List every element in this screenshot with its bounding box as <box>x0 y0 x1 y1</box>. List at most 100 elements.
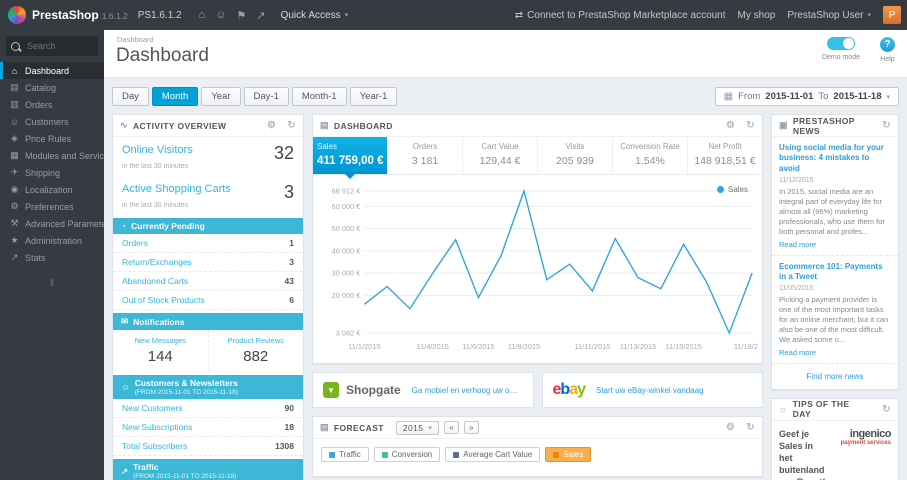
refresh-icon[interactable]: ↻ <box>882 404 891 415</box>
user-menu[interactable]: PrestaShop User ▾ <box>787 10 871 21</box>
range-month-button[interactable]: Month <box>151 87 199 106</box>
svg-text:60 000 €: 60 000 € <box>332 202 362 211</box>
forecast-chip-label: Average Cart Value <box>463 450 533 459</box>
prestashop-logo[interactable] <box>8 6 26 24</box>
avatar[interactable]: P <box>883 6 901 24</box>
gear-icon[interactable]: ⚙ <box>726 120 735 131</box>
kpi-label: Conversion Rate <box>620 142 680 151</box>
forecast-chip-conversion[interactable]: Conversion <box>373 447 441 462</box>
kpi-tab-conversion-rate[interactable]: Conversion Rate 1.54% <box>613 137 688 174</box>
customers-row: New Customers 90 <box>113 399 303 418</box>
pending-row-link[interactable]: Orders <box>122 238 148 248</box>
sidebar-search[interactable] <box>6 36 98 56</box>
product-reviews-value: 882 <box>243 348 269 365</box>
range-month-1-button[interactable]: Month-1 <box>291 87 347 106</box>
active-carts-row: Active Shopping Carts 3 <box>113 176 303 201</box>
kpi-tab-cart-value[interactable]: Cart Value 129,44 € <box>463 137 538 174</box>
news-headline-link[interactable]: Ecommerce 101: Payments in a Tweet <box>779 262 891 283</box>
sidebar-collapse-button[interactable]: ‖ <box>0 266 104 289</box>
users-icon: ☺ <box>121 382 130 392</box>
gear-icon[interactable]: ⚙ <box>267 120 276 131</box>
gear-icon: ⚙ <box>10 201 19 211</box>
active-carts-link[interactable]: Active Shopping Carts <box>122 183 231 195</box>
forecast-prev-button[interactable]: « <box>444 421 460 434</box>
customers-row-link[interactable]: New Customers <box>122 403 182 413</box>
forecast-chip-sales[interactable]: Sales <box>545 447 592 462</box>
range-year-1-button[interactable]: Year-1 <box>349 87 398 106</box>
pending-row-value: 43 <box>284 276 294 286</box>
demo-mode-label: Demo mode <box>821 54 860 61</box>
kpi-tab-orders[interactable]: Orders 3 181 <box>388 137 463 174</box>
shipping-icon: ✈ <box>10 167 19 177</box>
sidebar: ⌂ Dashboard ▤ Catalog ▥ Orders ☺ Custome… <box>0 30 104 480</box>
sidebar-item-label: Administration <box>25 235 83 246</box>
average-cart-value-series-dot <box>453 451 460 458</box>
sidebar-item-price-rules[interactable]: ◈ Price Rules <box>0 130 104 147</box>
forecast-year-select[interactable]: 2015 ▾ <box>395 420 440 435</box>
range-day-1-button[interactable]: Day-1 <box>243 87 289 106</box>
demo-mode-toggle[interactable] <box>826 37 855 50</box>
range-year-button[interactable]: Year <box>201 87 241 106</box>
sidebar-item-shipping[interactable]: ✈ Shipping <box>0 164 104 181</box>
sidebar-item-localization[interactable]: ◉ Localization <box>0 181 104 198</box>
localization-icon: ◉ <box>10 184 19 194</box>
pending-row-link[interactable]: Return/Exchanges <box>122 257 192 267</box>
read-more-link[interactable]: Read more <box>779 240 891 249</box>
shop-icon[interactable]: ⌂ <box>199 9 206 21</box>
kpi-tab-net-profit[interactable]: Net Profit 148 918,51 € <box>688 137 762 174</box>
quick-access-menu[interactable]: Quick Access ▾ <box>281 10 349 21</box>
read-more-link[interactable]: Read more <box>779 348 891 357</box>
to-label: To <box>818 91 829 102</box>
sidebar-item-catalog[interactable]: ▤ Catalog <box>0 79 104 96</box>
date-range-picker[interactable]: ▦ From 2015-11-01 To 2015-11-18 ▾ <box>714 87 899 106</box>
sidebar-item-administration[interactable]: ★ Administration <box>0 232 104 249</box>
page-header: Dashboard Dashboard Demo mode ? Help <box>104 30 907 78</box>
news-headline-link[interactable]: Using social media for your business: 4 … <box>779 143 891 174</box>
search-input[interactable] <box>25 40 91 52</box>
forecast-chip-average-cart-value[interactable]: Average Cart Value <box>445 447 541 462</box>
my-shop-link[interactable]: My shop <box>738 10 776 21</box>
range-day-button[interactable]: Day <box>112 87 149 106</box>
sidebar-item-modules[interactable]: ▦ Modules and Services <box>0 147 104 164</box>
customers-row-link[interactable]: New Subscriptions <box>122 422 192 432</box>
sidebar-item-customers[interactable]: ☺ Customers <box>0 113 104 130</box>
sidebar-item-stats[interactable]: ↗ Stats <box>0 249 104 266</box>
new-messages-link[interactable]: New Messages <box>117 336 204 345</box>
kpi-tab-visits[interactable]: Visits 205 939 <box>538 137 613 174</box>
help-icon[interactable]: ? <box>880 37 895 52</box>
sidebar-item-advanced-parameters[interactable]: ⚒ Advanced Parameters <box>0 215 104 232</box>
customers-row-link[interactable]: Total Subscribers <box>122 441 187 451</box>
forecast-chip-label: Sales <box>563 450 584 459</box>
to-date: 2015-11-18 <box>833 91 882 102</box>
chevron-down-icon: ▾ <box>867 12 871 19</box>
refresh-icon[interactable]: ↻ <box>746 120 755 131</box>
refresh-icon[interactable]: ↻ <box>882 120 891 131</box>
find-more-news-link[interactable]: Find more news <box>772 364 898 389</box>
refresh-icon[interactable]: ↻ <box>287 120 296 131</box>
sidebar-item-dashboard[interactable]: ⌂ Dashboard <box>0 62 104 79</box>
traffic-title: Traffic <box>133 462 159 472</box>
online-visitors-link[interactable]: Online Visitors <box>122 144 193 156</box>
forecast-chip-traffic[interactable]: Traffic <box>321 447 369 462</box>
pending-row-link[interactable]: Out of Stock Products <box>122 295 205 305</box>
pending-row-link[interactable]: Abandoned Carts <box>122 276 188 286</box>
gear-icon[interactable]: ⚙ <box>726 422 735 433</box>
ps-version: PS1.6.1.2 <box>137 9 182 21</box>
brand[interactable]: PrestaShop 1.6.1.2 <box>32 8 128 22</box>
forecast-next-button[interactable]: » <box>464 421 480 434</box>
notifications-grid: New Messages 144 Product Reviews 882 <box>113 330 303 372</box>
news-panel: ▣ PRESTASHOP NEWS ↻ Using social media f… <box>771 114 899 390</box>
marketplace-link[interactable]: ⇄ Connect to PrestaShop Marketplace acco… <box>515 10 726 21</box>
modules-icon: ▦ <box>10 150 19 160</box>
sidebar-item-orders[interactable]: ▥ Orders <box>0 96 104 113</box>
sidebar-item-preferences[interactable]: ⚙ Preferences <box>0 198 104 215</box>
customers-icon[interactable]: ☺ <box>215 9 226 21</box>
truck-icon[interactable]: ⚑ <box>237 9 247 22</box>
ebay-link[interactable]: Start uw eBay-winkel vandaag <box>596 386 704 395</box>
forecast-chip-label: Conversion <box>391 450 433 459</box>
stats-icon[interactable]: ↗ <box>256 9 265 22</box>
refresh-icon[interactable]: ↻ <box>746 422 755 433</box>
kpi-tab-sales[interactable]: Sales 411 759,00 € <box>313 137 388 179</box>
product-reviews-link[interactable]: Product Reviews <box>213 336 300 345</box>
shopgate-link[interactable]: Ga mobiel en verhoog uw omzet <box>412 386 523 395</box>
